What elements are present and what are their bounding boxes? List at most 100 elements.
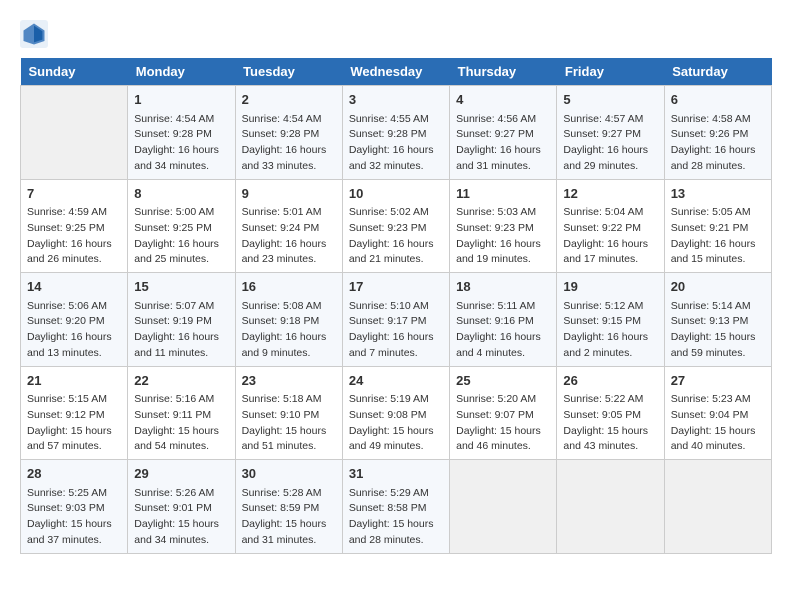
day-info: Sunrise: 5:12 AMSunset: 9:15 PMDaylight:… [563, 299, 657, 362]
calendar-cell: 1Sunrise: 4:54 AMSunset: 9:28 PMDaylight… [128, 86, 235, 180]
calendar-week-5: 28Sunrise: 5:25 AMSunset: 9:03 PMDayligh… [21, 460, 772, 554]
calendar-cell: 15Sunrise: 5:07 AMSunset: 9:19 PMDayligh… [128, 273, 235, 367]
day-info: Sunrise: 5:23 AMSunset: 9:04 PMDaylight:… [671, 392, 765, 455]
day-info: Sunrise: 5:03 AMSunset: 9:23 PMDaylight:… [456, 205, 550, 268]
day-number: 13 [671, 184, 765, 204]
day-info: Sunrise: 5:15 AMSunset: 9:12 PMDaylight:… [27, 392, 121, 455]
calendar-cell: 27Sunrise: 5:23 AMSunset: 9:04 PMDayligh… [664, 366, 771, 460]
day-info: Sunrise: 5:29 AMSunset: 8:58 PMDaylight:… [349, 486, 443, 549]
day-info: Sunrise: 5:28 AMSunset: 8:59 PMDaylight:… [242, 486, 336, 549]
calendar-cell [664, 460, 771, 554]
day-number: 27 [671, 371, 765, 391]
day-number: 16 [242, 277, 336, 297]
calendar-table: SundayMondayTuesdayWednesdayThursdayFrid… [20, 58, 772, 554]
calendar-cell: 7Sunrise: 4:59 AMSunset: 9:25 PMDaylight… [21, 179, 128, 273]
calendar-cell: 10Sunrise: 5:02 AMSunset: 9:23 PMDayligh… [342, 179, 449, 273]
calendar-header: SundayMondayTuesdayWednesdayThursdayFrid… [21, 58, 772, 86]
day-number: 25 [456, 371, 550, 391]
calendar-cell: 8Sunrise: 5:00 AMSunset: 9:25 PMDaylight… [128, 179, 235, 273]
calendar-cell: 25Sunrise: 5:20 AMSunset: 9:07 PMDayligh… [450, 366, 557, 460]
day-number: 23 [242, 371, 336, 391]
day-number: 14 [27, 277, 121, 297]
calendar-week-1: 1Sunrise: 4:54 AMSunset: 9:28 PMDaylight… [21, 86, 772, 180]
day-info: Sunrise: 5:07 AMSunset: 9:19 PMDaylight:… [134, 299, 228, 362]
day-number: 21 [27, 371, 121, 391]
calendar-cell: 21Sunrise: 5:15 AMSunset: 9:12 PMDayligh… [21, 366, 128, 460]
calendar-week-3: 14Sunrise: 5:06 AMSunset: 9:20 PMDayligh… [21, 273, 772, 367]
day-info: Sunrise: 5:18 AMSunset: 9:10 PMDaylight:… [242, 392, 336, 455]
calendar-cell: 6Sunrise: 4:58 AMSunset: 9:26 PMDaylight… [664, 86, 771, 180]
calendar-cell: 4Sunrise: 4:56 AMSunset: 9:27 PMDaylight… [450, 86, 557, 180]
calendar-cell: 31Sunrise: 5:29 AMSunset: 8:58 PMDayligh… [342, 460, 449, 554]
day-info: Sunrise: 5:19 AMSunset: 9:08 PMDaylight:… [349, 392, 443, 455]
weekday-header-friday: Friday [557, 58, 664, 86]
day-number: 22 [134, 371, 228, 391]
page-header [20, 20, 772, 48]
day-info: Sunrise: 4:58 AMSunset: 9:26 PMDaylight:… [671, 112, 765, 175]
calendar-body: 1Sunrise: 4:54 AMSunset: 9:28 PMDaylight… [21, 86, 772, 554]
day-info: Sunrise: 5:08 AMSunset: 9:18 PMDaylight:… [242, 299, 336, 362]
calendar-cell [21, 86, 128, 180]
calendar-cell [450, 460, 557, 554]
day-number: 12 [563, 184, 657, 204]
logo [20, 20, 52, 48]
day-number: 26 [563, 371, 657, 391]
day-info: Sunrise: 4:59 AMSunset: 9:25 PMDaylight:… [27, 205, 121, 268]
day-info: Sunrise: 4:57 AMSunset: 9:27 PMDaylight:… [563, 112, 657, 175]
calendar-cell: 14Sunrise: 5:06 AMSunset: 9:20 PMDayligh… [21, 273, 128, 367]
calendar-cell: 28Sunrise: 5:25 AMSunset: 9:03 PMDayligh… [21, 460, 128, 554]
calendar-cell: 2Sunrise: 4:54 AMSunset: 9:28 PMDaylight… [235, 86, 342, 180]
calendar-cell: 23Sunrise: 5:18 AMSunset: 9:10 PMDayligh… [235, 366, 342, 460]
calendar-week-4: 21Sunrise: 5:15 AMSunset: 9:12 PMDayligh… [21, 366, 772, 460]
day-info: Sunrise: 5:00 AMSunset: 9:25 PMDaylight:… [134, 205, 228, 268]
day-number: 2 [242, 90, 336, 110]
day-number: 9 [242, 184, 336, 204]
calendar-cell: 17Sunrise: 5:10 AMSunset: 9:17 PMDayligh… [342, 273, 449, 367]
calendar-cell: 12Sunrise: 5:04 AMSunset: 9:22 PMDayligh… [557, 179, 664, 273]
calendar-week-2: 7Sunrise: 4:59 AMSunset: 9:25 PMDaylight… [21, 179, 772, 273]
day-number: 18 [456, 277, 550, 297]
day-info: Sunrise: 5:10 AMSunset: 9:17 PMDaylight:… [349, 299, 443, 362]
calendar-cell: 26Sunrise: 5:22 AMSunset: 9:05 PMDayligh… [557, 366, 664, 460]
day-info: Sunrise: 5:11 AMSunset: 9:16 PMDaylight:… [456, 299, 550, 362]
day-number: 19 [563, 277, 657, 297]
calendar-cell: 11Sunrise: 5:03 AMSunset: 9:23 PMDayligh… [450, 179, 557, 273]
day-number: 20 [671, 277, 765, 297]
calendar-cell: 22Sunrise: 5:16 AMSunset: 9:11 PMDayligh… [128, 366, 235, 460]
generalblue-logo-icon [20, 20, 48, 48]
day-info: Sunrise: 5:16 AMSunset: 9:11 PMDaylight:… [134, 392, 228, 455]
calendar-cell: 16Sunrise: 5:08 AMSunset: 9:18 PMDayligh… [235, 273, 342, 367]
day-number: 11 [456, 184, 550, 204]
weekday-header-tuesday: Tuesday [235, 58, 342, 86]
day-info: Sunrise: 4:56 AMSunset: 9:27 PMDaylight:… [456, 112, 550, 175]
day-number: 4 [456, 90, 550, 110]
weekday-header-saturday: Saturday [664, 58, 771, 86]
day-info: Sunrise: 5:14 AMSunset: 9:13 PMDaylight:… [671, 299, 765, 362]
calendar-cell: 19Sunrise: 5:12 AMSunset: 9:15 PMDayligh… [557, 273, 664, 367]
day-number: 3 [349, 90, 443, 110]
weekday-header-thursday: Thursday [450, 58, 557, 86]
day-info: Sunrise: 4:54 AMSunset: 9:28 PMDaylight:… [134, 112, 228, 175]
day-info: Sunrise: 5:04 AMSunset: 9:22 PMDaylight:… [563, 205, 657, 268]
calendar-cell: 13Sunrise: 5:05 AMSunset: 9:21 PMDayligh… [664, 179, 771, 273]
day-info: Sunrise: 5:05 AMSunset: 9:21 PMDaylight:… [671, 205, 765, 268]
calendar-cell: 24Sunrise: 5:19 AMSunset: 9:08 PMDayligh… [342, 366, 449, 460]
day-info: Sunrise: 4:55 AMSunset: 9:28 PMDaylight:… [349, 112, 443, 175]
calendar-cell: 9Sunrise: 5:01 AMSunset: 9:24 PMDaylight… [235, 179, 342, 273]
weekday-header-row: SundayMondayTuesdayWednesdayThursdayFrid… [21, 58, 772, 86]
day-number: 6 [671, 90, 765, 110]
calendar-cell: 30Sunrise: 5:28 AMSunset: 8:59 PMDayligh… [235, 460, 342, 554]
calendar-cell: 18Sunrise: 5:11 AMSunset: 9:16 PMDayligh… [450, 273, 557, 367]
day-number: 1 [134, 90, 228, 110]
calendar-cell: 29Sunrise: 5:26 AMSunset: 9:01 PMDayligh… [128, 460, 235, 554]
day-info: Sunrise: 5:26 AMSunset: 9:01 PMDaylight:… [134, 486, 228, 549]
day-number: 30 [242, 464, 336, 484]
day-info: Sunrise: 5:25 AMSunset: 9:03 PMDaylight:… [27, 486, 121, 549]
weekday-header-monday: Monday [128, 58, 235, 86]
weekday-header-wednesday: Wednesday [342, 58, 449, 86]
day-number: 5 [563, 90, 657, 110]
day-number: 15 [134, 277, 228, 297]
day-number: 8 [134, 184, 228, 204]
day-info: Sunrise: 5:22 AMSunset: 9:05 PMDaylight:… [563, 392, 657, 455]
day-number: 29 [134, 464, 228, 484]
